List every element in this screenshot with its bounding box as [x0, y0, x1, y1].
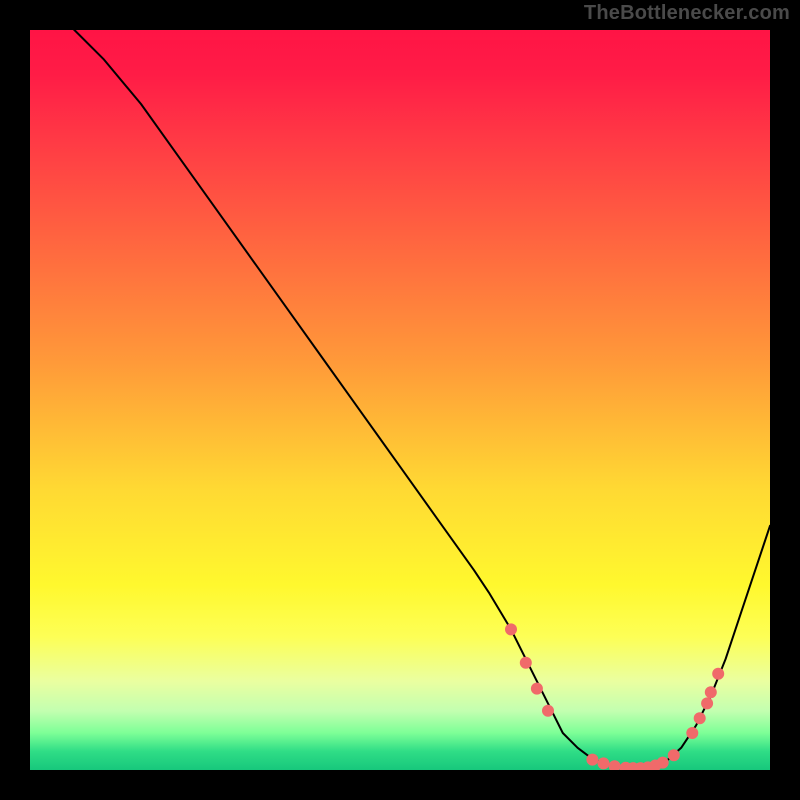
data-point — [505, 623, 517, 635]
data-point — [668, 749, 680, 761]
data-point — [520, 657, 532, 669]
data-point — [701, 697, 713, 709]
plot-area — [30, 30, 770, 770]
data-point — [586, 754, 598, 766]
bottleneck-curve — [30, 30, 770, 769]
curve-layer — [30, 30, 770, 770]
watermark-text: TheBottlenecker.com — [584, 2, 790, 25]
data-point — [598, 757, 610, 769]
data-point — [609, 760, 621, 770]
data-point — [657, 757, 669, 769]
data-point — [705, 686, 717, 698]
data-point — [694, 712, 706, 724]
data-point — [686, 727, 698, 739]
data-point — [531, 683, 543, 695]
chart-frame: TheBottlenecker.com — [0, 0, 800, 800]
data-point — [712, 668, 724, 680]
data-point — [542, 705, 554, 717]
